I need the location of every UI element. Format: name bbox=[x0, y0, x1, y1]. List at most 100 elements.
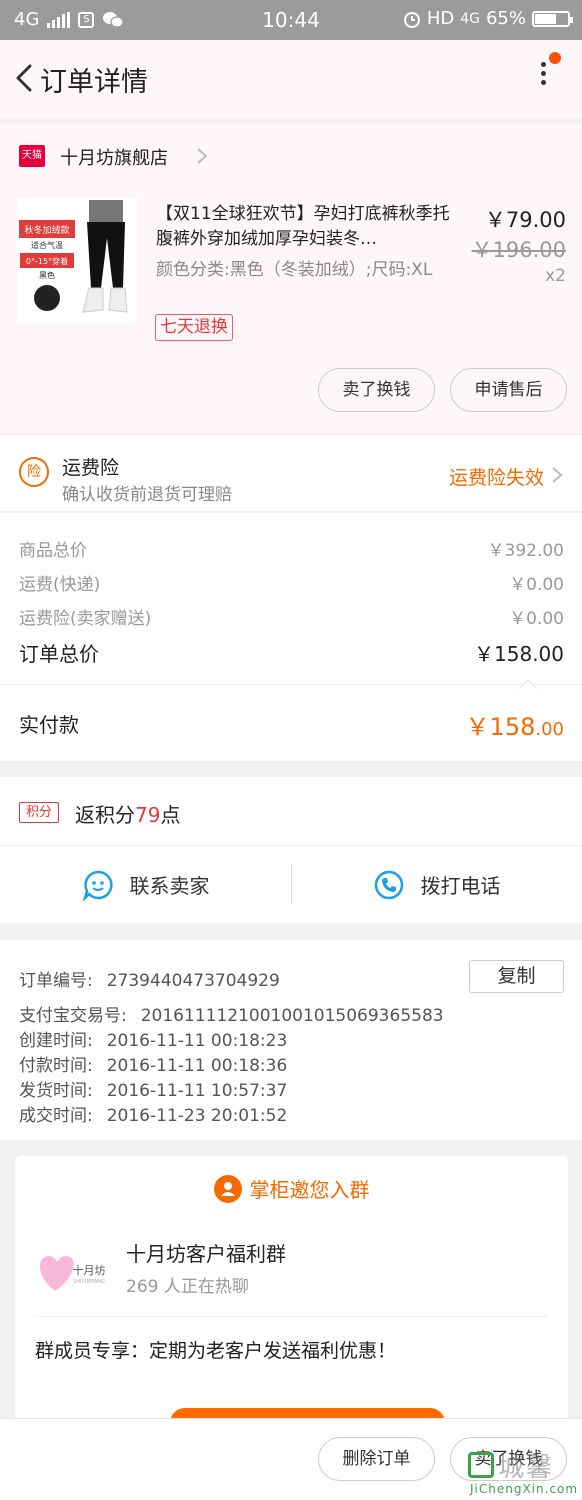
after-sales-button[interactable]: 申请售后 bbox=[450, 368, 567, 412]
points-suffix: 点 bbox=[160, 803, 181, 827]
order-total-label: 订单总价 bbox=[19, 642, 99, 666]
cost-label: 运费险(卖家赠送) bbox=[19, 609, 152, 629]
divider bbox=[35, 1316, 548, 1317]
info-value: 2016-11-11 10:57:37 bbox=[106, 1081, 288, 1101]
order-total-value: ￥158.00 bbox=[474, 642, 564, 666]
product-title[interactable]: 【双11全球狂欢节】孕妇打底裤秋季托腹裤外穿加绒加厚孕妇装冬… bbox=[156, 202, 456, 252]
seven-day-return-tag: 七天退换 bbox=[155, 314, 233, 341]
shop-name[interactable]: 十月坊旗舰店 bbox=[60, 144, 168, 170]
order-number: 2739440473704929 bbox=[106, 971, 280, 991]
group-name: 十月坊客户福利群 bbox=[126, 1242, 286, 1266]
info-value: 2016-11-23 20:01:52 bbox=[106, 1106, 288, 1126]
chat-bubble-icon bbox=[82, 870, 113, 901]
group-invite-title: 掌柜邀您入群 bbox=[249, 1178, 370, 1202]
watermark-url: JiChengXin.com bbox=[470, 1482, 579, 1496]
call-phone-label: 拨打电话 bbox=[420, 874, 501, 898]
info-label: 成交时间: bbox=[19, 1106, 93, 1126]
insurance-icon: 险 bbox=[19, 457, 49, 487]
cost-value: ￥0.00 bbox=[509, 609, 564, 629]
divider bbox=[0, 684, 582, 685]
site-watermark: 城馨 JiChengXin.com bbox=[462, 1444, 580, 1500]
tmall-icon: 天猫 bbox=[19, 145, 45, 167]
paid-label: 实付款 bbox=[19, 713, 79, 737]
info-row: 付款时间: 2016-11-11 00:18:36 bbox=[19, 1051, 287, 1076]
product-image-label-3: 0°-15°穿着 bbox=[26, 256, 68, 266]
points-number: 79 bbox=[135, 803, 161, 827]
order-total-row: 订单总价 ￥158.00 bbox=[19, 638, 564, 667]
contact-seller-label: 联系卖家 bbox=[129, 874, 210, 898]
contact-seller-button[interactable]: 联系卖家 bbox=[0, 846, 291, 923]
alarm-icon bbox=[403, 11, 420, 28]
page-title: 订单详情 bbox=[40, 67, 148, 98]
info-label: 支付宝交易号: bbox=[19, 1006, 127, 1026]
chevron-right-icon bbox=[552, 467, 563, 483]
product-image-label-2: 适合气温 bbox=[31, 240, 63, 250]
cost-value: ￥392.00 bbox=[487, 541, 564, 561]
network-label-2: 4G bbox=[460, 10, 480, 27]
info-label: 订单编号: bbox=[19, 971, 93, 991]
info-value: 2016-11-11 00:18:36 bbox=[106, 1056, 288, 1076]
hd-label: HD bbox=[426, 8, 455, 29]
group-logo-sub: SHIYUEFANG bbox=[73, 1279, 105, 1285]
alipay-trade-number: 2016111121001001015069365583 bbox=[140, 1006, 444, 1026]
nav-bar: 订单详情 bbox=[0, 40, 582, 118]
cost-row: 商品总价 ￥392.00 bbox=[19, 536, 564, 561]
product-original-price: ￥196.00 bbox=[471, 238, 566, 262]
battery-fill bbox=[535, 13, 556, 24]
group-online-count: 269 人正在热聊 bbox=[126, 1277, 249, 1297]
back-arrow-icon[interactable] bbox=[8, 60, 44, 96]
points-text: 返积分79点 bbox=[75, 799, 180, 828]
copy-button[interactable]: 复制 bbox=[469, 960, 564, 993]
paid-amount: ￥158.00 bbox=[466, 707, 564, 742]
battery-icon bbox=[532, 10, 573, 27]
cost-row: 运费(快递) ￥0.00 bbox=[19, 570, 564, 595]
group-logo-text: 十月坊 bbox=[73, 1263, 106, 1277]
status-bar: 4G S 10:44 HD 4G 65% bbox=[0, 0, 582, 40]
order-item-card: 天猫 十月坊旗舰店 秋冬加绒款 适合气温 0°-15°穿着 黑色 【双11全球狂… bbox=[0, 124, 582, 434]
watermark-logo-icon bbox=[468, 1452, 494, 1478]
cost-row: 运费险(卖家赠送) ￥0.00 bbox=[19, 604, 564, 629]
battery-percent: 65% bbox=[485, 8, 526, 29]
info-row: 订单编号: 2739440473704929 bbox=[19, 966, 280, 991]
delete-order-button[interactable]: 删除订单 bbox=[318, 1437, 435, 1481]
group-invite-heading: 掌柜邀您入群 bbox=[15, 1174, 568, 1203]
group-people-icon bbox=[213, 1174, 242, 1203]
caret-up-icon bbox=[519, 679, 537, 689]
insurance-subtitle: 确认收货前退货可理赔 bbox=[62, 485, 232, 505]
order-info: 订单编号: 2739440473704929 复制 支付宝交易号: 20161111… bbox=[0, 940, 582, 1140]
cost-summary: 商品总价 ￥392.00 运费(快递) ￥0.00 运费险(卖家赠送) ￥0.0… bbox=[0, 513, 582, 761]
info-label: 付款时间: bbox=[19, 1056, 93, 1076]
product-image-label-1: 秋冬加绒款 bbox=[24, 224, 69, 236]
cost-label: 商品总价 bbox=[19, 541, 87, 561]
notification-dot bbox=[549, 52, 561, 64]
chevron-right-icon[interactable] bbox=[194, 146, 210, 166]
group-description: 群成员专享：定期为老客户发送福利优惠！ bbox=[35, 1340, 397, 1362]
paid-amount-dec: .00 bbox=[535, 719, 564, 740]
product-quantity: x2 bbox=[545, 266, 566, 286]
group-logo: 十月坊 SHIYUEFANG bbox=[35, 1246, 115, 1296]
points-contact-card: 积分 返积分79点 联系卖家 拨打电话 bbox=[0, 777, 582, 923]
product-spec: 颜色分类:黑色（冬装加绒）;尺码:XL bbox=[156, 260, 433, 280]
product-image-label-4: 黑色 bbox=[39, 270, 55, 280]
product-image[interactable]: 秋冬加绒款 适合气温 0°-15°穿着 黑色 bbox=[17, 198, 137, 324]
insurance-title: 运费险 bbox=[62, 457, 120, 479]
points-badge: 积分 bbox=[19, 802, 59, 823]
call-phone-button[interactable]: 拨打电话 bbox=[291, 846, 582, 923]
cost-label: 运费(快递) bbox=[19, 575, 101, 595]
cost-value: ￥0.00 bbox=[509, 575, 564, 595]
product-price: ￥79.00 bbox=[484, 208, 566, 232]
info-row: 发货时间: 2016-11-11 10:57:37 bbox=[19, 1076, 287, 1101]
insurance-status: 运费险失效 bbox=[448, 467, 544, 489]
paid-amount-int: ￥158 bbox=[465, 713, 536, 741]
info-row: 创建时间: 2016-11-11 00:18:23 bbox=[19, 1026, 287, 1051]
info-value: 2016-11-11 00:18:23 bbox=[106, 1031, 288, 1051]
sell-for-money-button[interactable]: 卖了换钱 bbox=[318, 368, 435, 412]
info-label: 创建时间: bbox=[19, 1031, 93, 1051]
watermark-text: 城馨 bbox=[498, 1453, 555, 1483]
more-menu-icon[interactable] bbox=[528, 58, 558, 98]
phone-icon bbox=[374, 870, 403, 899]
info-row: 成交时间: 2016-11-23 20:01:52 bbox=[19, 1101, 287, 1126]
shipping-insurance-row[interactable]: 险 运费险 确认收货前退货可理赔 运费险失效 bbox=[0, 434, 582, 512]
info-row: 支付宝交易号: 2016111121001001015069365583 bbox=[19, 1001, 444, 1026]
points-prefix: 返积分 bbox=[75, 803, 135, 827]
